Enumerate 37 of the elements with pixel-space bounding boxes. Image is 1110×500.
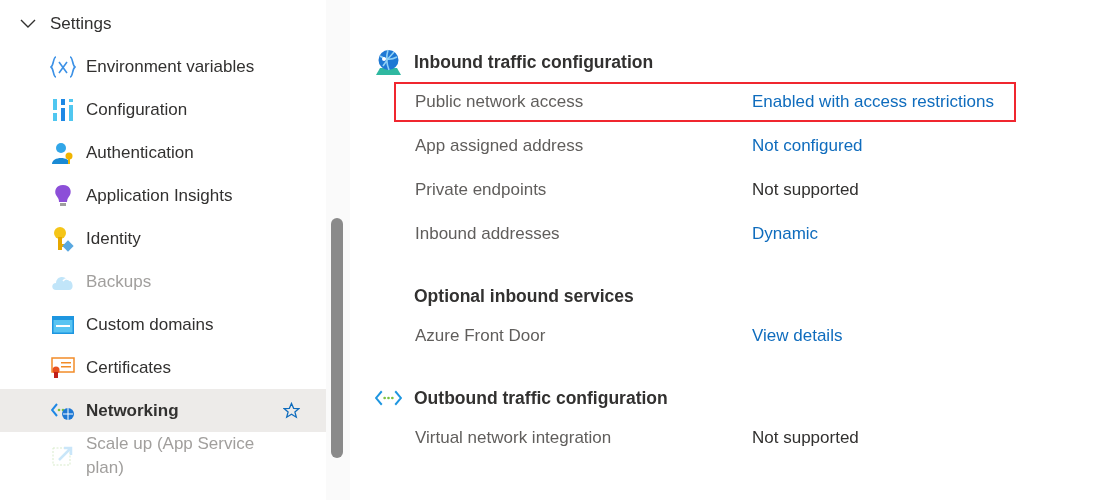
property-label: App assigned address — [415, 136, 585, 156]
sliders-icon — [51, 97, 74, 122]
property-label: Virtual network integration — [415, 428, 613, 448]
sidebar-item[interactable]: Identity — [0, 217, 326, 260]
property-link[interactable]: Enabled with access restrictions — [752, 92, 994, 112]
section-title: Outbound traffic configuration — [414, 387, 668, 409]
settings-group[interactable]: Settings — [0, 3, 326, 45]
property-link[interactable]: View details — [752, 326, 843, 346]
property-link[interactable]: Not configured — [752, 136, 863, 156]
code-arrows-icon — [375, 389, 402, 407]
web-domain-icon — [51, 315, 74, 334]
user-key-icon — [50, 140, 75, 165]
property-value: Not supported — [752, 180, 859, 200]
property-label: Inbound addresses — [415, 224, 561, 244]
lightbulb-icon — [52, 183, 73, 208]
section-title: Optional inbound services — [414, 285, 634, 307]
section-title: Inbound traffic configuration — [414, 51, 654, 73]
star-icon[interactable] — [283, 402, 300, 419]
property-label: Public network access — [415, 92, 585, 112]
sidebar-item[interactable]: Environment variables — [0, 45, 326, 88]
property-value: Not supported — [752, 428, 859, 448]
sidebar-item[interactable]: Networking — [0, 389, 326, 432]
key-icon — [51, 225, 74, 252]
scale-up-icon — [51, 445, 74, 467]
globe-icon — [375, 48, 402, 76]
scrollbar-thumb[interactable] — [331, 218, 343, 458]
property-label: Private endpoints — [415, 180, 548, 200]
sidebar-item[interactable]: Certificates — [0, 346, 326, 389]
sidebar-item[interactable]: Application Insights — [0, 174, 326, 217]
certificate-icon — [50, 356, 75, 379]
sidebar-item[interactable]: Custom domains — [0, 303, 326, 346]
variable-icon — [49, 53, 76, 80]
sidebar-item[interactable]: Configuration — [0, 88, 326, 131]
property-link[interactable]: Dynamic — [752, 224, 819, 244]
chevron-icon — [20, 19, 36, 29]
sidebar-item[interactable]: Authentication — [0, 131, 326, 174]
property-label: Azure Front Door — [415, 326, 547, 346]
